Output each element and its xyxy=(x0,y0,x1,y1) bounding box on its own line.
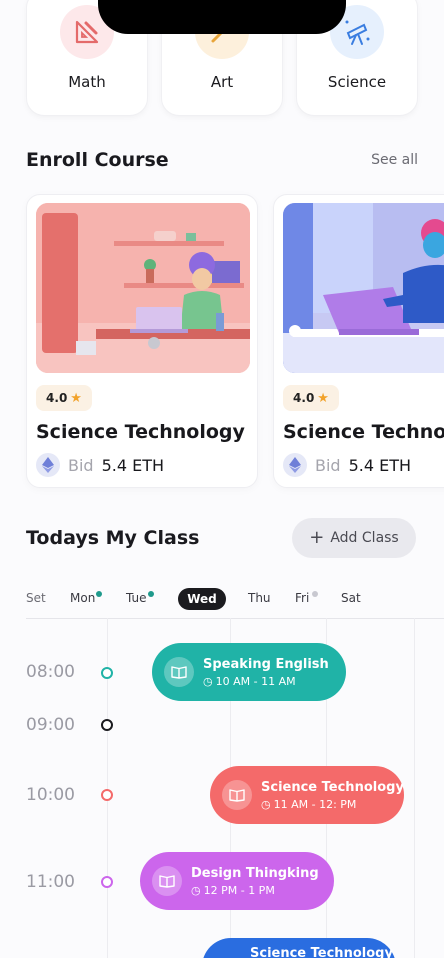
time-label: 11:00 xyxy=(26,872,75,892)
bid-value: 5.4 ETH xyxy=(348,455,412,475)
bid-row: Bid 5.4 ETH xyxy=(283,453,411,477)
category-label: Math xyxy=(68,73,106,91)
day-fri[interactable]: Fri xyxy=(295,591,309,605)
time-label: 08:00 xyxy=(26,662,75,682)
session-time-text: 11 AM - 12: PM xyxy=(273,797,357,811)
see-all-link[interactable]: See all xyxy=(371,152,418,168)
bid-label: Bid xyxy=(68,455,94,475)
session-title: Science Technology xyxy=(250,946,393,958)
course-title: Science Technology xyxy=(283,421,444,443)
add-class-button[interactable]: + Add Class xyxy=(292,518,416,558)
ethereum-icon xyxy=(36,453,60,477)
class-header: Todays My Class xyxy=(26,527,276,549)
day-mon[interactable]: Mon xyxy=(70,591,95,605)
day-selector: Set Mon Tue Wed Thu Fri Sat xyxy=(0,588,444,610)
clock-icon: ◷ xyxy=(203,674,213,688)
add-class-label: Add Class xyxy=(330,530,399,546)
day-tue[interactable]: Tue xyxy=(126,591,147,605)
enroll-header: Enroll Course See all xyxy=(26,149,418,171)
timeline-dot xyxy=(101,876,113,888)
session-time-text: 12 PM - 1 PM xyxy=(203,883,275,897)
day-event-dot xyxy=(96,591,102,597)
book-icon xyxy=(164,657,194,687)
session-time: ◷ 10 AM - 11 AM xyxy=(203,675,329,688)
timeline-dot xyxy=(101,667,113,679)
class-title: Todays My Class xyxy=(26,527,200,549)
class-session[interactable]: Science Technology xyxy=(202,938,396,958)
timeline-dot xyxy=(101,789,113,801)
ethereum-icon xyxy=(283,453,307,477)
session-time: ◷ 11 AM - 12: PM xyxy=(261,798,404,811)
course-card[interactable]: 4.0 ★ Science Technology Bid 5.4 ETH xyxy=(273,194,444,488)
session-title: Design Thingking xyxy=(191,865,319,881)
rating-value: 4.0 xyxy=(293,391,315,405)
session-title: Science Technology xyxy=(261,779,404,795)
class-session[interactable]: Speaking English ◷ 10 AM - 11 AM xyxy=(152,643,346,701)
session-time: ◷ 12 PM - 1 PM xyxy=(191,884,319,897)
course-image xyxy=(36,203,250,373)
rating-value: 4.0 xyxy=(46,391,68,405)
bid-row: Bid 5.4 ETH xyxy=(36,453,164,477)
timeline-dot xyxy=(101,719,113,731)
star-icon: ★ xyxy=(317,390,329,406)
enroll-title: Enroll Course xyxy=(26,149,169,171)
class-session[interactable]: Design Thingking ◷ 12 PM - 1 PM xyxy=(140,852,334,910)
course-title: Science Technology xyxy=(36,421,245,443)
book-icon xyxy=(152,866,182,896)
time-label: 09:00 xyxy=(26,715,75,735)
rating-badge: 4.0 ★ xyxy=(36,385,92,411)
rating-badge: 4.0 ★ xyxy=(283,385,339,411)
clock-icon: ◷ xyxy=(191,883,201,897)
time-label: 10:00 xyxy=(26,785,75,805)
plus-icon: + xyxy=(309,527,325,548)
grid-line xyxy=(414,618,415,958)
day-sat-prev[interactable]: Set xyxy=(26,591,46,605)
day-event-dot xyxy=(312,591,318,597)
course-card[interactable]: 4.0 ★ Science Technology Bid 5.4 ETH xyxy=(26,194,258,488)
timeline-divider xyxy=(26,618,444,619)
course-image xyxy=(283,203,444,373)
category-label: Art xyxy=(210,73,234,91)
star-icon: ★ xyxy=(70,390,82,406)
category-label: Science xyxy=(327,73,387,91)
bid-value: 5.4 ETH xyxy=(101,455,165,475)
class-session[interactable]: Science Technology ◷ 11 AM - 12: PM xyxy=(210,766,404,824)
session-time-text: 10 AM - 11 AM xyxy=(215,674,296,688)
day-sat[interactable]: Sat xyxy=(341,591,361,605)
session-title: Speaking English xyxy=(203,656,329,672)
day-event-dot xyxy=(148,591,154,597)
phone-notch xyxy=(98,0,346,34)
day-wed[interactable]: Wed xyxy=(178,588,226,610)
bid-label: Bid xyxy=(315,455,341,475)
phone-screen: Math Art Science Enroll Course See all 4… xyxy=(0,0,444,958)
book-icon xyxy=(222,780,252,810)
day-thu[interactable]: Thu xyxy=(248,591,271,605)
clock-icon: ◷ xyxy=(261,797,271,811)
